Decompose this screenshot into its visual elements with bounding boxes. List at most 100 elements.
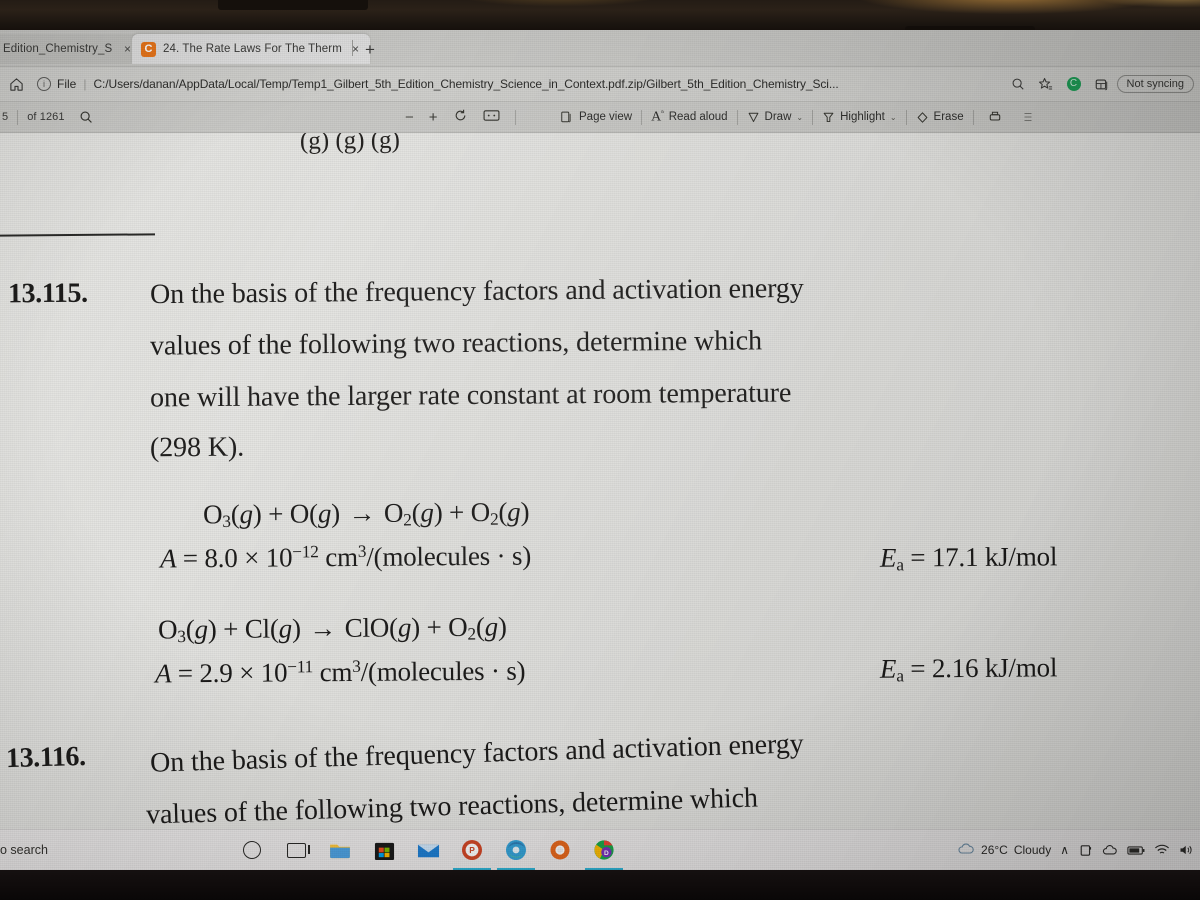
firefox-icon[interactable]	[548, 838, 572, 862]
sync-status-button[interactable]: Not syncing	[1116, 75, 1194, 93]
problem-text-line: values of the following two reactions, d…	[149, 325, 763, 362]
toolbar-separator	[736, 109, 738, 125]
svg-text:P: P	[469, 845, 475, 855]
volume-icon[interactable]	[1179, 844, 1194, 856]
draw-button[interactable]: Draw ⌄	[747, 111, 803, 124]
weather-condition: Cloudy	[1013, 843, 1052, 857]
toolbar-separator	[17, 109, 19, 125]
highlight-button[interactable]: Highlight ⌄	[822, 111, 897, 124]
home-icon[interactable]	[3, 77, 29, 92]
search-icon[interactable]	[74, 105, 98, 129]
problem-text-line: one will have the larger rate constant a…	[149, 377, 792, 414]
chevron-down-icon[interactable]: ⌄	[796, 113, 803, 122]
tray-expand-chevron-icon[interactable]: ∧	[1060, 843, 1069, 857]
zoom-in-button[interactable]: +	[429, 109, 438, 126]
tab-inactive[interactable]: Edition_Chemistry_S ×	[0, 34, 142, 64]
draw-label: Draw	[764, 111, 792, 123]
pdf-zoom-controls: − +	[405, 108, 516, 126]
site-info-icon[interactable]: i	[37, 77, 51, 91]
laptop-screen: (g) (g) (g) 13.115. On the basis of the …	[0, 30, 1200, 870]
cloud-sync-icon[interactable]	[1102, 844, 1118, 856]
tab-active[interactable]: C 24. The Rate Laws For The Therm ×	[132, 34, 370, 64]
tab-favicon-icon: C	[141, 41, 156, 57]
system-tray: 26°C Cloudy ∧	[957, 842, 1194, 858]
windows-taskbar: o search P D 26°C Cloudy ∧	[0, 829, 1200, 870]
more-options-icon[interactable]	[1016, 105, 1040, 129]
fit-to-page-icon[interactable]	[483, 109, 500, 125]
wifi-icon[interactable]	[1154, 844, 1170, 856]
pdf-body-text: 13.115. On the basis of the frequency fa…	[0, 130, 1200, 830]
chemical-equation: O3(g) + Cl(g) → ClO(g) + O2(g)	[157, 611, 507, 647]
powerpoint-icon[interactable]: P	[453, 838, 491, 870]
problem-text-line: On the basis of the frequency factors an…	[149, 272, 804, 311]
erase-label: Erase	[933, 111, 964, 123]
read-aloud-label: Read aloud	[668, 111, 728, 123]
tab-title: Edition_Chemistry_S	[3, 43, 113, 55]
toolbar-separator	[812, 109, 814, 125]
page-view-label: Page view	[579, 111, 633, 123]
weather-widget[interactable]: 26°C Cloudy	[957, 842, 1051, 858]
address-bar: i File | C:/Users/danan/AppData/Local/Te…	[0, 67, 1200, 102]
cortana-circle-icon[interactable]	[240, 838, 264, 862]
taskbar-search-box[interactable]: o search	[0, 843, 200, 857]
url-text: C:/Users/danan/AppData/Local/Temp/Temp1_…	[93, 77, 839, 91]
tab-title: 24. The Rate Laws For The Therm	[163, 43, 342, 55]
highlighter-icon	[823, 112, 834, 122]
page-current-input[interactable]: 5	[0, 111, 8, 123]
toolbar-separator	[972, 109, 974, 125]
chevron-down-icon[interactable]: ⌄	[890, 113, 897, 122]
chrome-icon[interactable]: D	[585, 838, 623, 870]
edge-browser-icon[interactable]	[497, 838, 535, 870]
url-field[interactable]: i File | C:/Users/danan/AppData/Local/Te…	[37, 73, 999, 95]
favorites-star-icon[interactable]	[1033, 77, 1059, 92]
cloud-icon	[957, 842, 975, 858]
file-explorer-icon[interactable]	[328, 838, 352, 862]
pdf-page: (g) (g) (g) 13.115. On the basis of the …	[0, 130, 1200, 830]
url-separator: |	[83, 77, 87, 91]
activation-energy: Ea = 17.1 kJ/mol	[879, 541, 1058, 575]
task-view-shape	[286, 842, 310, 858]
collections-icon[interactable]	[1089, 77, 1115, 92]
security-label: File	[57, 77, 77, 91]
new-tab-button[interactable]: +	[360, 39, 380, 59]
taskbar-app-icons: P D	[240, 838, 623, 870]
page-total-label: of 1261	[27, 111, 65, 123]
toolbar-separator	[514, 109, 516, 125]
draw-pen-icon	[748, 112, 758, 122]
highlight-label: Highlight	[840, 111, 885, 123]
print-icon[interactable]	[983, 105, 1007, 129]
read-aloud-button[interactable]: Aⁿ Read aloud	[651, 108, 727, 126]
problem-text-line: On the basis of the frequency factors an…	[149, 728, 804, 779]
task-view-icon[interactable]	[284, 838, 310, 862]
rotate-icon[interactable]	[453, 108, 468, 126]
copilot-badge: C	[1066, 77, 1081, 91]
eraser-icon	[917, 111, 927, 123]
zoom-icon[interactable]	[1005, 77, 1031, 91]
problem-text-line: values of the following two reactions, d…	[145, 782, 759, 830]
copilot-icon[interactable]: C	[1061, 77, 1087, 91]
frequency-factor: A = 8.0 × 10−12 cm3/(molecules · s)	[159, 540, 532, 574]
onedrive-icon[interactable]	[1078, 844, 1093, 857]
cortana-circle-shape	[243, 841, 261, 859]
laptop-photo: (g) (g) (g) 13.115. On the basis of the …	[0, 0, 1200, 900]
toolbar-separator	[641, 109, 643, 125]
activation-energy: Ea = 2.16 kJ/mol	[879, 652, 1058, 686]
page-view-button[interactable]: Page view	[560, 110, 632, 124]
microsoft-store-icon[interactable]	[372, 838, 396, 862]
read-aloud-icon: Aⁿ	[651, 108, 664, 125]
address-bar-actions: C Not syncing	[1005, 75, 1200, 93]
pdf-page-nav: 5 of 1261	[0, 105, 98, 129]
chemical-equation: O3(g) + O(g) → O2(g) + O2(g)	[202, 496, 530, 532]
pdf-tools: Page view Aⁿ Read aloud Draw ⌄ Highlight…	[560, 105, 1040, 129]
pdf-toolbar: 5 of 1261 − + Page view Aⁿ Read aloud Dr…	[0, 102, 1200, 133]
erase-button[interactable]: Erase	[916, 111, 964, 124]
laptop-bezel-top	[0, 0, 1200, 34]
zoom-out-button[interactable]: −	[405, 109, 414, 126]
browser-chrome: Edition_Chemistry_S × C 24. The Rate Law…	[0, 30, 1200, 133]
frequency-factor: A = 2.9 × 10−11 cm3/(molecules · s)	[154, 655, 526, 689]
battery-icon[interactable]	[1127, 845, 1145, 856]
weather-temperature: 26°C	[981, 843, 1008, 857]
bezel-notch	[218, 0, 368, 10]
toolbar-separator	[905, 109, 907, 125]
mail-icon[interactable]	[416, 838, 440, 862]
